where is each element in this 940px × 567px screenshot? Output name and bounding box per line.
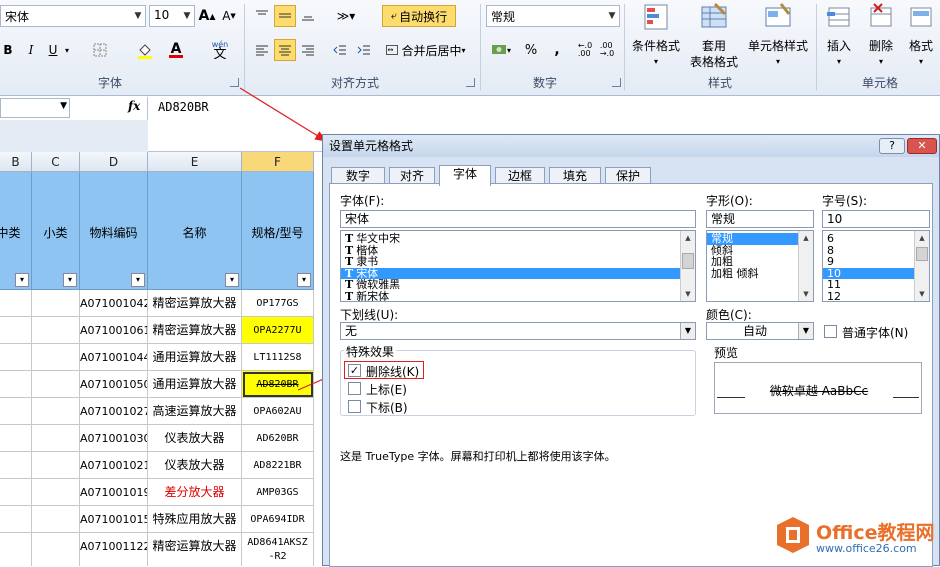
scroll-up-icon[interactable]: ▲	[681, 231, 695, 245]
watermark-title: Office教程网	[816, 522, 935, 544]
font-list[interactable]: T 华文中宋 T 楷体 T 隶书 T 宋体 T 微软雅黑 T 新宋体 ▲ ▼	[340, 230, 696, 302]
arrow-to-dialog	[239, 87, 328, 142]
format-cells-dialog: 设置单元格格式 ? ✕ 数字 对齐 字体 边框 填充 保护 字体(F): 宋体 T 华文中宋…	[322, 134, 940, 567]
font-label: 字体(F):	[340, 194, 385, 208]
chevron-down-icon[interactable]: ▼	[680, 323, 695, 339]
dialog-title: 设置单元格格式	[329, 139, 414, 153]
font-list-item[interactable]: T 华文中宋	[341, 233, 695, 245]
underline-label: 下划线(U):	[340, 308, 399, 322]
superscript-label: 上标(E)	[366, 383, 407, 397]
scroll-down-icon[interactable]: ▼	[681, 287, 695, 301]
scroll-down-icon[interactable]: ▼	[799, 287, 813, 301]
font-list-item[interactable]: T 新宋体	[341, 289, 695, 302]
font-size-label: 字号(S):	[822, 194, 868, 208]
font-list-item[interactable]: T 微软雅黑	[341, 279, 695, 291]
color-value: 自动	[742, 324, 767, 338]
font-note: 这是 TrueType 字体。屏幕和打印机上都将使用该字体。	[340, 450, 616, 463]
normal-font-label: 普通字体(N)	[842, 326, 909, 340]
scrollbar[interactable]: ▲ ▼	[798, 231, 813, 301]
preview-box: 微软卓越 AaBbCc	[714, 362, 922, 414]
dialog-titlebar: 设置单元格格式	[323, 135, 939, 157]
truetype-icon: T	[345, 289, 354, 302]
preview-text: 微软卓越 AaBbCc	[745, 382, 893, 398]
tab-2[interactable]: 字体	[439, 165, 491, 186]
scrollbar[interactable]: ▲ ▼	[680, 231, 695, 301]
font-style-label: 字形(O):	[706, 194, 753, 208]
font-list-item[interactable]: T 楷体	[341, 245, 695, 257]
font-list-item[interactable]: T 隶书	[341, 256, 695, 268]
font-style-input[interactable]: 常规	[706, 210, 814, 228]
office-logo	[776, 516, 810, 554]
subscript-label: 下标(B)	[366, 401, 408, 415]
watermark-url: www.office26.com	[816, 542, 917, 555]
scroll-up-icon[interactable]: ▲	[915, 231, 929, 245]
subscript-checkbox[interactable]	[348, 400, 361, 413]
underline-select[interactable]: 无 ▼	[340, 322, 696, 340]
font-input[interactable]: 宋体	[340, 210, 696, 228]
font-style-list[interactable]: 常规 倾斜 加粗 加粗 倾斜 ▲ ▼	[706, 230, 814, 302]
superscript-checkbox[interactable]	[348, 382, 361, 395]
scroll-thumb[interactable]	[916, 247, 928, 261]
scroll-up-icon[interactable]: ▲	[799, 231, 813, 245]
scroll-down-icon[interactable]: ▼	[915, 287, 929, 301]
strikethrough-label: 删除线(K)	[366, 365, 420, 379]
help-button[interactable]: ?	[879, 138, 905, 154]
color-label: 颜色(C):	[706, 308, 752, 322]
close-button[interactable]: ✕	[907, 138, 937, 154]
preview-label: 预览	[714, 346, 739, 360]
font-list-label: 新宋体	[356, 289, 390, 302]
dialog-body: 字体(F): 宋体 T 华文中宋 T 楷体 T 隶书 T 宋体 T 微软雅黑 T 新宋体 ▲ ▼ 字形(…	[329, 183, 933, 567]
color-select[interactable]: 自动 ▼	[706, 322, 814, 340]
scroll-thumb[interactable]	[682, 253, 694, 269]
normal-font-checkbox[interactable]	[824, 325, 837, 338]
effects-label: 特殊效果	[344, 343, 397, 360]
office-logo-icon	[777, 517, 809, 553]
font-size-list[interactable]: 6 8 9 10 11 12 ▲ ▼	[822, 230, 930, 302]
underline-value: 无	[345, 324, 358, 338]
strikethrough-checkbox[interactable]: ✓	[348, 364, 361, 377]
scrollbar[interactable]: ▲ ▼	[914, 231, 929, 301]
font-size-input[interactable]: 10	[822, 210, 930, 228]
chevron-down-icon[interactable]: ▼	[798, 323, 813, 339]
